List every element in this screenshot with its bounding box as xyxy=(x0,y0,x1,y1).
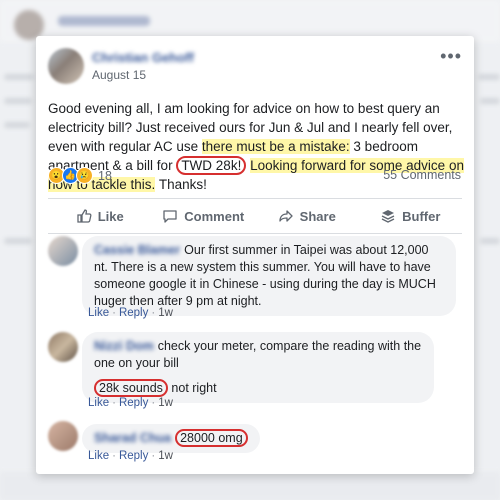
background-text-line xyxy=(4,98,32,104)
buffer-label: Buffer xyxy=(402,208,441,224)
comment-actions: Like · Reply · 1w xyxy=(88,307,173,319)
buffer-stack-icon xyxy=(381,210,395,223)
comments-count-link[interactable]: 55 Comments xyxy=(383,168,461,182)
divider xyxy=(48,198,462,199)
background-footer xyxy=(0,472,500,500)
post-actions: Like Comment Share Buffer xyxy=(48,202,462,230)
comment-line: 28k sounds not right xyxy=(94,379,217,397)
comment-bubble: Nizzi Dom check your meter, compare the r… xyxy=(82,332,434,403)
comment-age: 1w xyxy=(158,397,173,409)
comment-label: Comment xyxy=(184,208,245,224)
background-text-line xyxy=(480,98,500,104)
comment-age: 1w xyxy=(158,307,173,319)
author-name[interactable]: Christian Gehoff xyxy=(92,50,194,65)
comment-bubble: Sharad Chua 28000 omg xyxy=(82,424,260,453)
comment-bubble: Cassie Blamer Our first summer in Taipei … xyxy=(82,236,456,316)
author-avatar[interactable] xyxy=(48,48,84,84)
background-text-line xyxy=(478,74,500,80)
commenter-avatar[interactable] xyxy=(48,332,78,362)
share-button[interactable]: Share xyxy=(255,202,359,230)
comment-like-link[interactable]: Like xyxy=(88,307,109,319)
commenter-avatar[interactable] xyxy=(48,236,78,266)
comment-age: 1w xyxy=(158,450,173,462)
comment-reply-link[interactable]: Reply xyxy=(119,450,148,462)
commenter-avatar[interactable] xyxy=(48,421,78,451)
thumbs-up-icon xyxy=(77,209,92,223)
share-arrow-icon xyxy=(279,210,293,222)
reaction-count: 18 xyxy=(98,168,112,183)
circled-text: 28k sounds xyxy=(94,379,168,397)
background-text-line xyxy=(480,238,500,244)
comment-text: not right xyxy=(167,381,217,395)
comment-button[interactable]: Comment xyxy=(152,202,256,230)
like-button[interactable]: Like xyxy=(48,202,152,230)
background-name xyxy=(58,16,150,26)
comment-reply-link[interactable]: Reply xyxy=(119,397,148,409)
post-timestamp[interactable]: August 15 xyxy=(92,68,146,82)
post-card: Christian Gehoff August 15 ••• Good even… xyxy=(36,36,474,474)
speech-bubble-icon xyxy=(163,210,177,223)
circled-amount: TWD 28k! xyxy=(176,156,247,175)
sad-reaction-icon: 😢 xyxy=(76,167,93,184)
comment-reply-link[interactable]: Reply xyxy=(119,307,148,319)
background-text-line xyxy=(4,74,34,80)
commenter-name[interactable]: Cassie Blamer xyxy=(94,243,180,257)
background-text-line xyxy=(4,122,30,128)
more-icon[interactable]: ••• xyxy=(440,46,462,67)
highlighted-text: there must be a mistake: xyxy=(201,139,350,154)
comment-like-link[interactable]: Like xyxy=(88,450,109,462)
buffer-button[interactable]: Buffer xyxy=(359,202,463,230)
post-text-segment: Thanks! xyxy=(155,177,207,192)
comment-actions: Like · Reply · 1w xyxy=(88,397,173,409)
like-label: Like xyxy=(97,208,124,224)
reactions-summary[interactable]: 😮 👍 😢 18 xyxy=(48,167,112,184)
comment-like-link[interactable]: Like xyxy=(88,397,109,409)
divider xyxy=(48,233,462,234)
commenter-name[interactable]: Nizzi Dom xyxy=(94,339,154,353)
commenter-name[interactable]: Sharad Chua xyxy=(94,431,171,445)
circled-text: 28000 omg xyxy=(175,429,248,447)
comment-actions: Like · Reply · 1w xyxy=(88,450,173,462)
share-label: Share xyxy=(299,208,336,224)
background-text-line xyxy=(4,238,32,244)
